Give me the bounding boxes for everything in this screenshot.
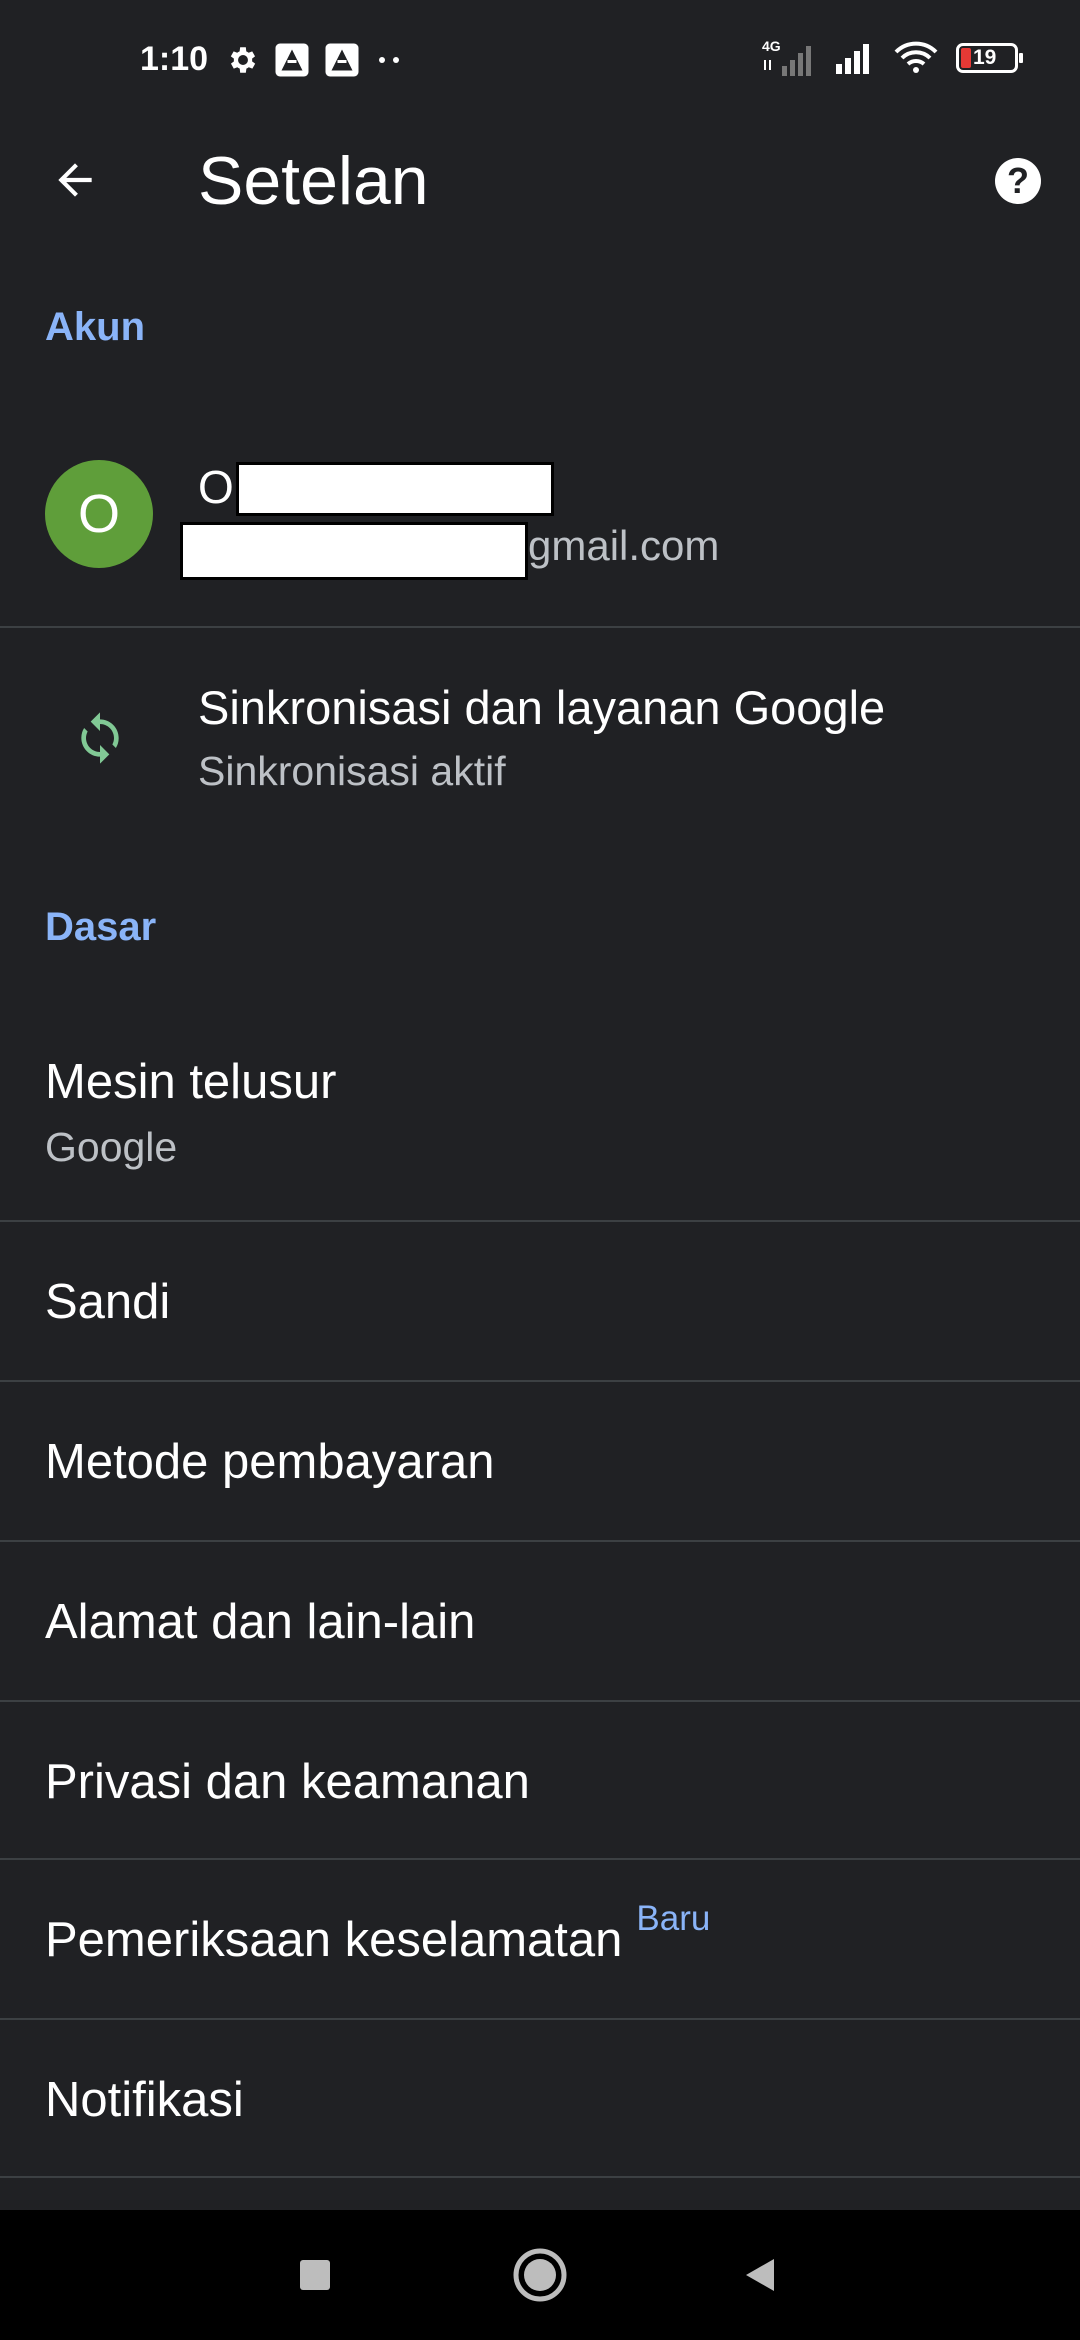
system-nav-bar [0, 2210, 1080, 2340]
section-header-account: Akun [45, 305, 145, 349]
gear-icon [230, 47, 256, 73]
page-title: Setelan [198, 143, 429, 219]
battery-icon: 19 [956, 43, 1023, 73]
notification-app-icon [275, 43, 309, 77]
sync-and-google-services-item[interactable]: Sinkronisasi dan layanan Google Sinkroni… [0, 630, 1080, 850]
signal-icon [836, 44, 869, 74]
item-title: Pemeriksaan keselamatan [45, 1913, 623, 1967]
settings-item-addresses[interactable]: Alamat dan lain-lain [0, 1542, 1080, 1700]
account-name: O [198, 461, 234, 513]
new-badge: Baru [636, 1899, 711, 1938]
notification-app-icon [325, 43, 359, 77]
app-bar: Setelan ? [0, 125, 1080, 235]
item-title: Alamat dan lain-lain [45, 1595, 476, 1649]
signal-4g-icon: 4G [762, 38, 818, 78]
back-triangle-icon [746, 2259, 774, 2291]
settings-item-safety-check[interactable]: Pemeriksaan keselamatan Baru [0, 1860, 1080, 2018]
divider [0, 2176, 1080, 2178]
more-dots-icon [379, 57, 399, 63]
help-icon: ? [995, 158, 1041, 204]
settings-item-payment-methods[interactable]: Metode pembayaran [0, 1382, 1080, 1540]
divider [0, 626, 1080, 628]
help-button[interactable]: ? [986, 149, 1050, 213]
home-button[interactable] [505, 2240, 575, 2310]
item-title: Sandi [45, 1275, 171, 1329]
status-time: 1:10 [140, 40, 209, 78]
item-title: Mesin telusur [45, 1055, 337, 1109]
back-button[interactable] [40, 145, 110, 215]
status-right-icons: 4G 19 [762, 38, 1023, 78]
battery-level: 19 [973, 46, 997, 69]
redaction-box [236, 462, 554, 516]
item-title-wrapper: Pemeriksaan keselamatan Baru [45, 1899, 710, 1968]
home-circle-icon [513, 2248, 567, 2302]
sync-title: Sinkronisasi dan layanan Google [198, 681, 886, 734]
settings-item-notifications[interactable]: Notifikasi [0, 2020, 1080, 2178]
item-subtitle: Google [45, 1124, 178, 1170]
wifi-icon [894, 41, 938, 73]
recents-button[interactable] [280, 2240, 350, 2310]
settings-item-search-engine[interactable]: Mesin telusur Google [0, 1010, 1080, 1220]
section-header-basic: Dasar [45, 905, 157, 949]
recents-square-icon [300, 2260, 330, 2290]
item-title: Metode pembayaran [45, 1435, 495, 1489]
arrow-back-icon [58, 163, 92, 197]
nav-back-button[interactable] [725, 2240, 795, 2310]
account-email: gmail.com [528, 522, 720, 569]
status-bar: 1:10 4G 19 [0, 0, 1080, 125]
avatar: O [45, 460, 153, 568]
item-title: Privasi dan keamanan [45, 1755, 530, 1809]
settings-item-privacy-security[interactable]: Privasi dan keamanan [0, 1702, 1080, 1860]
item-title: Notifikasi [45, 2073, 244, 2127]
sync-subtitle: Sinkronisasi aktif [198, 748, 506, 794]
redaction-box [180, 522, 528, 580]
status-left-icons [226, 42, 404, 78]
settings-item-passwords[interactable]: Sandi [0, 1222, 1080, 1380]
sync-icon [81, 712, 119, 764]
account-row[interactable]: O O gmail.com [0, 430, 1080, 626]
